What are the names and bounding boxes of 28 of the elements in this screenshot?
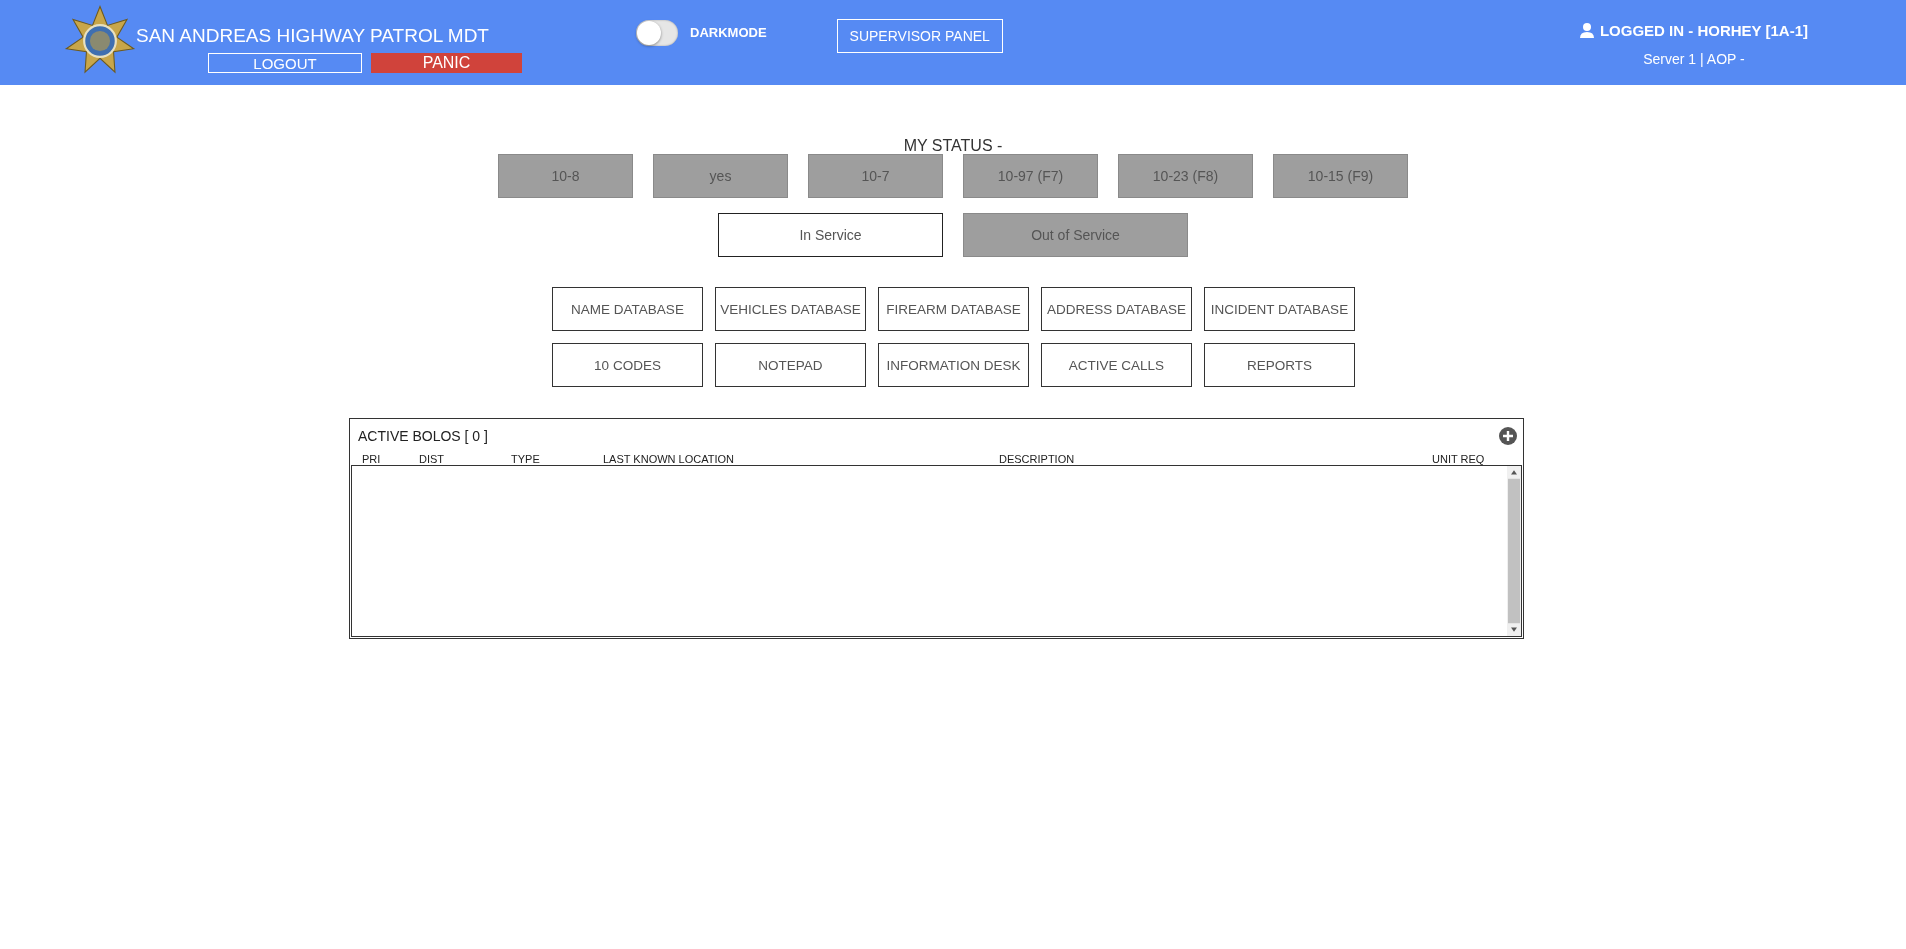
darkmode-toggle[interactable] xyxy=(636,20,678,46)
column-header: DIST xyxy=(419,453,446,465)
database-button[interactable]: ACTIVE CALLS xyxy=(1041,343,1192,387)
database-button[interactable]: FIREARM DATABASE xyxy=(878,287,1029,331)
app-title: SAN ANDREAS HIGHWAY PATROL MDT xyxy=(136,25,490,47)
database-button[interactable]: NAME DATABASE xyxy=(552,287,703,331)
database-button[interactable]: ADDRESS DATABASE xyxy=(1041,287,1192,331)
database-button[interactable]: INFORMATION DESK xyxy=(878,343,1029,387)
panic-button[interactable]: PANIC xyxy=(371,53,522,73)
database-button[interactable]: 10 CODES xyxy=(552,343,703,387)
column-header: PRI xyxy=(362,453,382,465)
database-button[interactable]: NOTEPAD xyxy=(715,343,866,387)
database-button[interactable]: REPORTS xyxy=(1204,343,1355,387)
logged-in-user: LOGGED IN - HORHEY [1A-1] xyxy=(1599,22,1808,39)
bolo-panel-title: ACTIVE BOLOS [ 0 ] xyxy=(358,428,488,444)
add-icon[interactable] xyxy=(1499,427,1517,445)
server-info: Server 1 | AOP - xyxy=(1643,51,1745,67)
database-button[interactable]: VEHICLES DATABASE xyxy=(715,287,866,331)
column-header: LAST KNOWN LOCATION xyxy=(603,453,735,465)
database-button[interactable]: INCIDENT DATABASE xyxy=(1204,287,1355,331)
service-status-button[interactable]: In Service xyxy=(718,213,943,257)
user-icon xyxy=(1579,23,1594,38)
column-header: DESCRIPTION xyxy=(999,453,1076,465)
status-heading: MY STATUS - xyxy=(903,137,1003,156)
scrollbar[interactable] xyxy=(1507,466,1521,636)
column-header: UNIT REQ xyxy=(1432,453,1486,465)
darkmode-label: DARKMODE xyxy=(690,25,767,40)
column-header: TYPE xyxy=(511,453,541,465)
